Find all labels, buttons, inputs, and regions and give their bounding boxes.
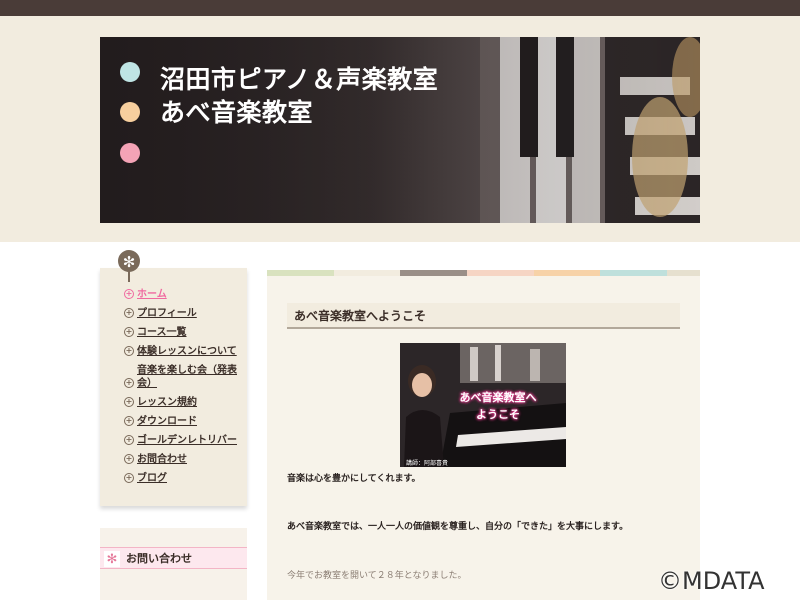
sidebar-item-label: コース一覧 — [137, 327, 187, 338]
pin-icon: ✻ — [118, 250, 140, 272]
image-caption: 講師：阿部喜貴 — [406, 460, 449, 467]
paragraph-2: あべ音楽教室では、一人一人の価値観を尊重し、自分の「できた」を大事にします。 — [287, 522, 629, 532]
sidebar-item-label: ホーム — [137, 289, 167, 300]
sidebar-item-golden-retriever[interactable]: + ゴールデンレトリバー — [124, 434, 244, 447]
overlay-line1: あべ音楽教室へ — [459, 391, 537, 404]
sidebar-item-blog[interactable]: + ブログ — [124, 472, 244, 485]
sidebar-item-home[interactable]: + ホーム — [124, 288, 244, 301]
paragraph-1: 音楽は心を豊かにしてくれます。 — [287, 474, 421, 484]
sidebar-item-label: プロフィール — [137, 308, 197, 319]
sidebar-item-label: ゴールデンレトリバー — [137, 435, 237, 446]
contact-widget-title: お問い合わせ — [126, 552, 192, 565]
sidebar-nav: + ホーム + プロフィール + コース一覧 + 体験レッスンについて + 音楽… — [124, 288, 244, 491]
plus-circle-icon: + — [124, 378, 134, 388]
sidebar-item-label: 体験レッスンについて — [137, 346, 237, 357]
site-title[interactable]: 沼田市ピアノ＆声楽教室 あべ音楽教室 — [160, 63, 438, 129]
asterisk-icon: ✻ — [104, 551, 120, 567]
sidebar-item-label: お問合わせ — [137, 454, 187, 465]
decor-dot-orange — [120, 102, 140, 122]
plus-circle-icon: + — [124, 346, 134, 356]
decor-dot-blue — [120, 62, 140, 82]
plus-circle-icon: + — [124, 308, 134, 318]
plus-circle-icon: + — [124, 435, 134, 445]
paragraph-3: 今年でお教室を開いて２８年となりました。 — [287, 571, 467, 581]
sidebar-item-trial-lesson[interactable]: + 体験レッスンについて — [124, 345, 244, 358]
sidebar-item-label: ブログ — [137, 473, 167, 484]
sidebar-item-label: ダウンロード — [137, 416, 197, 427]
sidebar-item-courses[interactable]: + コース一覧 — [124, 326, 244, 339]
plus-circle-icon: + — [124, 397, 134, 407]
sidebar-item-recital[interactable]: + 音楽を楽しむ会（発表会） — [124, 364, 244, 390]
sidebar-item-label: 音楽を楽しむ会（発表会） — [137, 365, 237, 389]
plus-circle-icon: + — [124, 416, 134, 426]
post-title: あべ音楽教室へようこそ — [294, 309, 427, 323]
plus-circle-icon: + — [124, 473, 134, 483]
sidebar-item-download[interactable]: + ダウンロード — [124, 415, 244, 428]
sidebar-item-lesson-rules[interactable]: + レッスン規約 — [124, 396, 244, 409]
decor-dot-pink — [120, 143, 140, 163]
plus-circle-icon: + — [124, 289, 134, 299]
site-title-line1: 沼田市ピアノ＆声楽教室 — [160, 65, 439, 94]
plus-circle-icon: + — [124, 454, 134, 464]
watermark: ©MDATA — [658, 567, 765, 595]
overlay-line2: ようこそ — [476, 408, 520, 421]
plus-circle-icon: + — [124, 327, 134, 337]
sidebar-item-inquiry[interactable]: + お問合わせ — [124, 453, 244, 466]
sidebar-item-profile[interactable]: + プロフィール — [124, 307, 244, 320]
site-title-line2: あべ音楽教室 — [160, 98, 314, 127]
sidebar-item-label: レッスン規約 — [137, 397, 197, 408]
welcome-image-overlay: あべ音楽教室へ ようこそ — [448, 389, 548, 423]
